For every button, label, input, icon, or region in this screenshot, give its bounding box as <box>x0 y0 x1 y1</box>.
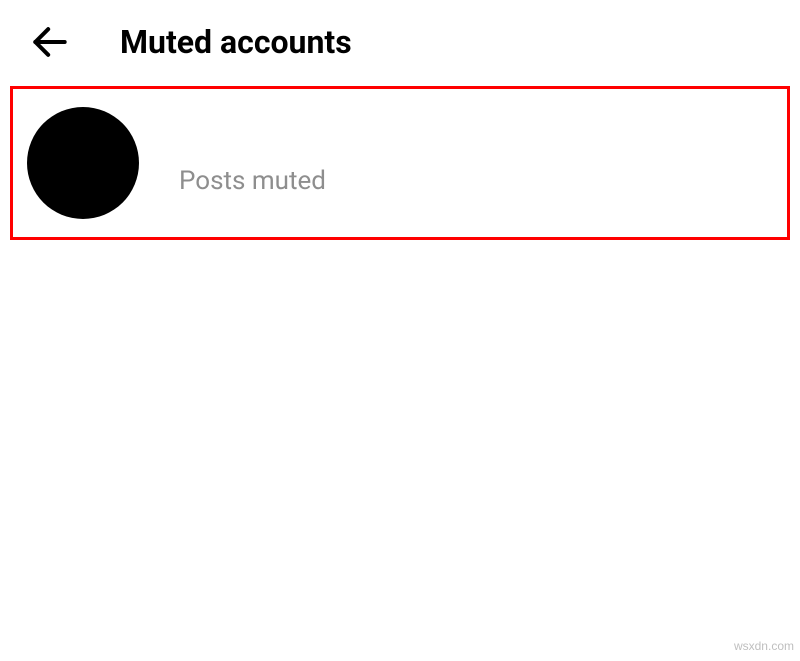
back-arrow-icon[interactable] <box>28 20 72 64</box>
mute-status-label: Posts muted <box>179 166 326 196</box>
account-info: Posts muted <box>179 130 326 196</box>
avatar <box>27 107 139 219</box>
page-header: Muted accounts <box>0 0 800 84</box>
page-title: Muted accounts <box>120 23 352 61</box>
watermark: wsxdn.com <box>734 639 794 653</box>
muted-account-row[interactable]: Posts muted <box>10 86 790 240</box>
